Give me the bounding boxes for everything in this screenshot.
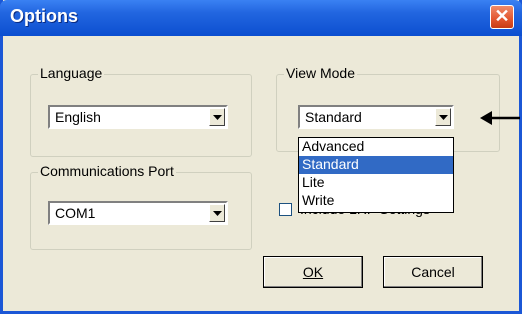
comm-port-value: COM1 xyxy=(55,205,96,221)
chevron-down-icon xyxy=(439,115,448,120)
view-mode-legend: View Mode xyxy=(284,65,358,81)
view-mode-option-lite[interactable]: Lite xyxy=(299,174,453,192)
language-legend: Language xyxy=(38,65,105,81)
close-icon: ✕ xyxy=(494,6,510,26)
view-mode-dropdown-button[interactable] xyxy=(435,108,451,126)
language-dropdown-button[interactable] xyxy=(209,108,225,126)
chevron-down-icon xyxy=(213,115,222,120)
view-mode-option-standard[interactable]: Standard xyxy=(299,156,453,174)
chevron-down-icon xyxy=(213,211,222,216)
window-title: Options xyxy=(10,6,78,26)
cancel-button[interactable]: Cancel xyxy=(383,256,483,288)
close-button[interactable]: ✕ xyxy=(490,5,514,29)
view-mode-options-list: Advanced Standard Lite Write xyxy=(298,137,454,213)
comm-port-dropdown-button[interactable] xyxy=(209,204,225,222)
cancel-button-label: Cancel xyxy=(411,264,455,280)
view-mode-select[interactable]: Standard xyxy=(298,105,454,129)
view-mode-value: Standard xyxy=(305,109,362,125)
ok-button[interactable]: OK xyxy=(263,256,363,288)
language-select[interactable]: English xyxy=(48,105,228,129)
title-bar[interactable]: Options ✕ xyxy=(0,0,522,36)
view-mode-option-advanced[interactable]: Advanced xyxy=(299,138,453,156)
language-value: English xyxy=(55,109,101,125)
comm-port-legend: Communications Port xyxy=(38,163,176,179)
comm-port-select[interactable]: COM1 xyxy=(48,201,228,225)
view-mode-option-write[interactable]: Write xyxy=(299,192,453,210)
include-lrf-checkbox[interactable] xyxy=(279,203,292,216)
ok-button-label: OK xyxy=(302,264,324,280)
arrow-left-icon xyxy=(480,111,520,125)
